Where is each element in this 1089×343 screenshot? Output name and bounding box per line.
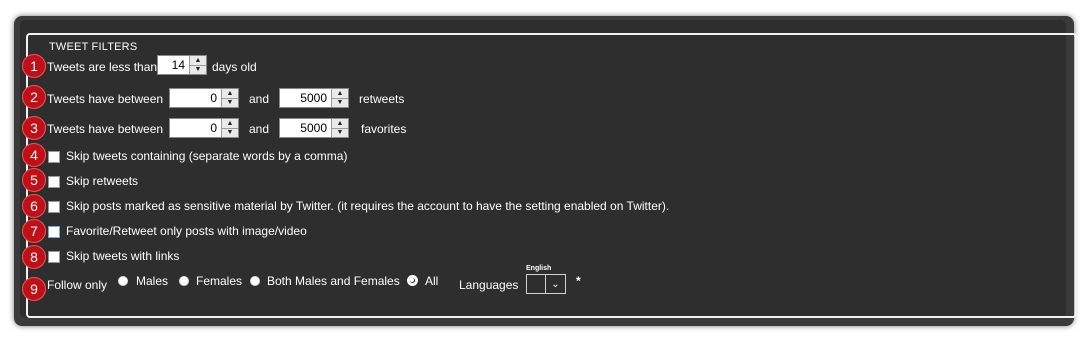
retweets-max-value: 5000 (300, 91, 327, 105)
radio-females[interactable] (179, 276, 189, 286)
favorites-and-label: and (249, 122, 270, 136)
retweets-suffix: retweets (359, 92, 405, 106)
radio-all[interactable] (407, 275, 418, 286)
step-badge-1: 1 (22, 54, 46, 78)
follow-only-label: Follow only (47, 278, 108, 292)
favorites-range-label: Tweets have between (47, 122, 164, 136)
retweets-min-stepper[interactable]: 0 ▲ ▼ (169, 88, 239, 108)
radio-both[interactable] (250, 276, 260, 286)
media-only-label: Favorite/Retweet only posts with image/v… (66, 224, 307, 238)
chevron-down-icon[interactable]: ▼ (222, 127, 238, 137)
language-caption: English (526, 265, 552, 272)
retweets-max-stepper[interactable]: 5000 ▲ ▼ (279, 88, 349, 108)
step-badge-5: 5 (22, 168, 46, 192)
retweets-and-label: and (249, 92, 270, 106)
group-title: TWEET FILTERS (46, 41, 141, 53)
skip-retweets-checkbox[interactable] (48, 176, 60, 188)
favorites-min-value: 0 (210, 121, 217, 135)
chevron-down-icon[interactable]: ▼ (190, 64, 206, 74)
step-badge-4: 4 (22, 143, 46, 167)
days-old-label: Tweets are less than (47, 60, 158, 74)
skip-words-checkbox[interactable] (48, 151, 60, 163)
days-old-stepper[interactable]: 14 ▲ ▼ (157, 55, 207, 75)
chevron-up-icon[interactable]: ▲ (332, 89, 348, 98)
radio-males-label: Males (136, 274, 169, 288)
languages-dropdown[interactable]: ⌄ (526, 274, 566, 294)
media-only-checkbox[interactable] (48, 226, 60, 238)
favorites-max-stepper[interactable]: 5000 ▲ ▼ (279, 118, 349, 138)
chevron-up-icon[interactable]: ▲ (222, 89, 238, 98)
retweets-min-value: 0 (210, 91, 217, 105)
skip-links-label: Skip tweets with links (66, 249, 180, 263)
skip-retweets-label: Skip retweets (66, 174, 139, 188)
step-badge-3: 3 (22, 116, 46, 140)
radio-males[interactable] (118, 276, 128, 286)
skip-sensitive-checkbox[interactable] (48, 201, 60, 213)
favorites-min-stepper[interactable]: 0 ▲ ▼ (169, 118, 239, 138)
favorites-suffix: favorites (361, 122, 407, 136)
languages-label: Languages (459, 278, 519, 292)
chevron-down-icon[interactable]: ▼ (332, 97, 348, 107)
chevron-down-icon[interactable]: ▼ (222, 97, 238, 107)
radio-females-label: Females (196, 274, 243, 288)
step-badge-8: 8 (22, 245, 46, 269)
radio-all-label: All (425, 274, 439, 288)
step-badge-2: 2 (22, 85, 46, 109)
step-badge-9: 9 (22, 277, 46, 301)
required-asterisk: * (576, 274, 581, 288)
chevron-up-icon[interactable]: ▲ (222, 119, 238, 128)
step-badge-7: 7 (22, 219, 46, 243)
language-selected (527, 275, 546, 293)
skip-sensitive-label: Skip posts marked as sensitive material … (66, 199, 670, 213)
skip-links-checkbox[interactable] (48, 251, 60, 263)
days-old-value: 14 (171, 58, 185, 72)
step-badge-6: 6 (22, 194, 46, 218)
days-old-suffix: days old (212, 60, 257, 74)
chevron-up-icon[interactable]: ▲ (332, 119, 348, 128)
chevron-up-icon[interactable]: ▲ (190, 56, 206, 65)
retweets-range-label: Tweets have between (47, 92, 164, 106)
chevron-down-icon[interactable]: ▼ (332, 127, 348, 137)
radio-both-label: Both Males and Females (267, 274, 400, 288)
favorites-max-value: 5000 (300, 121, 327, 135)
chevron-down-icon[interactable]: ⌄ (546, 275, 565, 293)
skip-words-label: Skip tweets containing (separate words b… (66, 149, 348, 163)
